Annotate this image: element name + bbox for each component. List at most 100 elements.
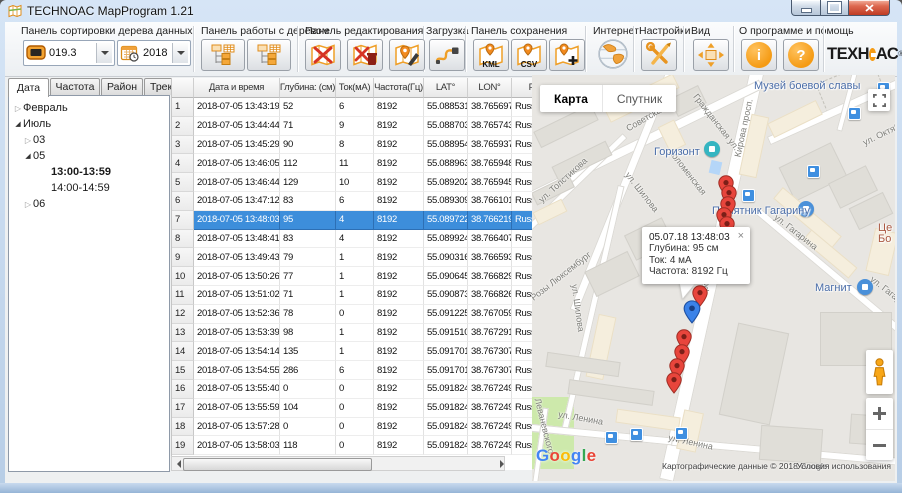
expanded-arrow-icon[interactable]: ◢ (23, 152, 33, 160)
zoom-out-button[interactable] (866, 429, 893, 461)
table-horizontal-scrollbar[interactable] (171, 456, 505, 471)
table-row[interactable]: 62018-07-05 13:47:12836819255.08930938.7… (172, 192, 533, 211)
maximize-button[interactable] (821, 0, 849, 16)
data-tree-panel[interactable]: ▷Февраль◢Июль▷03◢05 13:00-13:59 14:00-14:5… (8, 95, 170, 472)
street-view-pegman[interactable] (866, 350, 893, 394)
chevron-down-icon[interactable] (172, 43, 188, 63)
tab-Дата[interactable]: Дата (8, 78, 49, 97)
expand-tree-button[interactable] (201, 39, 245, 71)
fullscreen-button[interactable] (868, 89, 890, 111)
bus-stop-icon[interactable] (807, 165, 820, 178)
device-select[interactable]: 019.3 (23, 40, 115, 66)
scrollbar-thumb[interactable] (183, 458, 372, 471)
map-pin-selected[interactable] (683, 300, 701, 329)
table-row[interactable]: 112018-07-05 13:51:02711819255.09087338.… (172, 286, 533, 305)
info-icon: i (746, 42, 772, 68)
magnit-poi-icon[interactable] (857, 279, 873, 295)
close-button[interactable] (849, 0, 890, 16)
map-type-satellite[interactable]: Спутник (603, 85, 676, 112)
column-header[interactable]: Ток(мА) (336, 78, 374, 98)
table-row[interactable]: 162018-07-05 13:55:4000819255.09182438.7… (172, 380, 533, 399)
table-row[interactable]: 122018-07-05 13:52:36780819255.09122538.… (172, 305, 533, 324)
table-row[interactable]: 172018-07-05 13:55:591040819255.09182438… (172, 399, 533, 418)
bus-stop-icon[interactable] (605, 431, 618, 444)
cell: 8192 (374, 418, 424, 437)
cell: Russia. (512, 248, 533, 267)
tooltip-close-icon[interactable]: × (738, 230, 744, 242)
bus-stop-icon[interactable] (848, 107, 861, 120)
map-pin-red[interactable] (666, 372, 682, 399)
zoom-in-button[interactable] (866, 398, 893, 429)
table-row[interactable]: 82018-07-05 13:48:41834819255.08992438.7… (172, 230, 533, 249)
delete-entry-button[interactable] (347, 39, 383, 71)
table-row[interactable]: 142018-07-05 13:54:141351819255.09170138… (172, 342, 533, 361)
collapsed-arrow-icon[interactable]: ▷ (23, 200, 33, 209)
bus-stop-icon[interactable] (742, 189, 755, 202)
save-kml-button[interactable]: KML (473, 39, 509, 71)
column-header[interactable] (172, 78, 194, 98)
internet-button[interactable] (597, 38, 629, 75)
table-row[interactable]: 12018-07-05 13:43:19526819255.08853138.7… (172, 98, 533, 117)
minimize-button[interactable] (791, 0, 821, 16)
column-header[interactable]: Частота(Гц) (374, 78, 424, 98)
load-data-button[interactable] (429, 39, 465, 71)
tree-item[interactable]: ◢Июль (9, 116, 169, 132)
tree-item[interactable]: ▷03 (9, 132, 169, 148)
table-row[interactable]: 42018-07-05 13:46:0511211819255.08896338… (172, 154, 533, 173)
table-row[interactable]: 22018-07-05 13:44:44719819255.08870338.7… (172, 117, 533, 136)
scroll-right-arrow-icon[interactable] (490, 457, 504, 470)
map-poi-label[interactable]: Горизонт (654, 146, 700, 158)
tree-item[interactable]: 14:00-14:59 (9, 180, 169, 196)
cell: 90 (280, 136, 336, 155)
tree-item-label: 13:00-13:59 (51, 166, 111, 178)
cell: 8192 (374, 136, 424, 155)
view-button[interactable] (693, 39, 729, 71)
table-row[interactable]: 52018-07-05 13:46:4412910819255.08920238… (172, 173, 533, 192)
table-row[interactable]: 152018-07-05 13:54:552866819255.09170138… (172, 361, 533, 380)
column-header[interactable]: Дата и время (194, 78, 280, 98)
tree-item[interactable]: ▷06 (9, 196, 169, 212)
column-header[interactable]: LON° (468, 78, 512, 98)
tree-item[interactable]: ◢05 (9, 148, 169, 164)
table-row[interactable]: 32018-07-05 13:45:29908819255.08895438.7… (172, 136, 533, 155)
map-type-map[interactable]: Карта (540, 85, 602, 112)
tree-item[interactable]: ▷Февраль (9, 100, 169, 116)
table-row[interactable]: 102018-07-05 13:50:26771819255.09064538.… (172, 267, 533, 286)
bus-stop-icon[interactable] (630, 428, 643, 441)
map-poi-label[interactable]: Магнит (815, 282, 852, 294)
table-row[interactable]: 92018-07-05 13:49:43791819255.09031638.7… (172, 248, 533, 267)
google-logo[interactable]: Google (536, 446, 596, 466)
expanded-arrow-icon[interactable]: ◢ (13, 120, 23, 128)
data-table[interactable]: Дата и времяГлубина: (см)Ток(мА)Частота(… (171, 78, 533, 470)
column-header[interactable]: Глубина: (см) (280, 78, 336, 98)
title-bar[interactable]: TECHNOAC MapProgram 1.21 (0, 0, 902, 22)
table-row[interactable]: 192018-07-05 13:58:031180819255.09182438… (172, 436, 533, 455)
delete-map-button[interactable] (305, 39, 341, 71)
chevron-down-icon[interactable] (96, 43, 112, 63)
tab-Частота[interactable]: Частота (50, 78, 100, 95)
add-map-button[interactable] (549, 39, 585, 71)
map-canvas[interactable]: 05.07.18 13:48:03 × Глубина: 95 см Ток: … (532, 75, 895, 481)
collapsed-arrow-icon[interactable]: ▷ (13, 104, 23, 113)
settings-button[interactable] (641, 39, 677, 71)
collapse-tree-button[interactable] (247, 39, 291, 71)
save-csv-button[interactable]: CSV (511, 39, 547, 71)
gorizont-poi-icon[interactable] (704, 141, 720, 157)
column-header[interactable]: Район (512, 78, 533, 98)
tree-item[interactable]: 13:00-13:59 (9, 164, 169, 180)
about-button[interactable]: i (741, 39, 777, 71)
bus-stop-icon[interactable] (675, 427, 688, 440)
help-button[interactable]: ? (783, 39, 819, 71)
terms-link[interactable]: Условия использования (797, 461, 891, 471)
table-row[interactable]: 182018-07-05 13:57:2800819255.09182438.7… (172, 418, 533, 437)
edit-point-button[interactable] (389, 39, 425, 71)
cell: 6 (336, 98, 374, 117)
map-poi-label[interactable]: Музей боевой славы (754, 80, 860, 92)
table-row[interactable]: 72018-07-05 13:48:03954819255.08972238.7… (172, 211, 533, 230)
column-header[interactable]: LAT° (424, 78, 468, 98)
collapsed-arrow-icon[interactable]: ▷ (23, 136, 33, 145)
map-poi-label[interactable]: Бо (878, 233, 891, 245)
year-select[interactable]: 2018 (117, 40, 191, 66)
tab-Район[interactable]: Район (101, 78, 143, 95)
table-row[interactable]: 132018-07-05 13:53:39981819255.09151038.… (172, 324, 533, 343)
